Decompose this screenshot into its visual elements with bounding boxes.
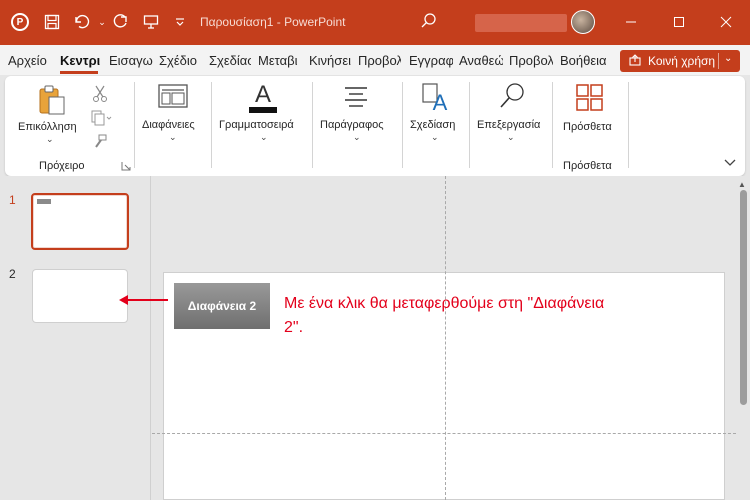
tab-transitions[interactable]: Μεταβι — [258, 53, 302, 68]
share-label: Κοινή χρήση — [648, 54, 716, 68]
drawing-chevron-icon[interactable]: ⌄ — [431, 132, 439, 143]
font-icon[interactable]: A — [247, 80, 279, 119]
present-icon[interactable] — [141, 12, 161, 32]
minimize-icon[interactable] — [619, 11, 643, 33]
collapse-ribbon-chevron-icon[interactable] — [724, 156, 736, 170]
tab-review[interactable]: Αναθεώ — [459, 53, 503, 68]
account-name[interactable] — [475, 14, 567, 32]
ribbon-separator — [402, 82, 403, 168]
maximize-icon[interactable] — [667, 11, 691, 33]
tab-insert[interactable]: Εισαγω — [109, 53, 153, 68]
clipboard-group-label: Πρόχειρο — [39, 160, 85, 172]
ribbon-separator — [134, 82, 135, 168]
ribbon: Επικόλληση ⌄ Πρόχειρο Διαφάνειες ⌄ A Γρα… — [5, 76, 745, 176]
slide-thumbnail-2[interactable] — [32, 269, 128, 323]
tab-home[interactable]: Κεντρι — [60, 53, 102, 68]
save-icon[interactable] — [42, 12, 62, 32]
svg-text:A: A — [255, 81, 271, 108]
undo-dropdown-chevron-icon[interactable]: ⌄ — [92, 12, 112, 32]
svg-text:A: A — [433, 90, 448, 114]
paste-chevron-icon[interactable]: ⌄ — [46, 134, 54, 145]
tab-file[interactable]: Αρχείο — [8, 53, 53, 68]
cut-icon[interactable] — [92, 84, 108, 105]
addins-group-label: Πρόσθετα — [563, 160, 612, 172]
tab-slideshow[interactable]: Προβολ — [358, 53, 401, 68]
paste-label[interactable]: Επικόλληση — [18, 121, 77, 133]
font-chevron-icon[interactable]: ⌄ — [260, 132, 268, 143]
ribbon-separator — [211, 82, 212, 168]
horizontal-guide — [152, 433, 736, 434]
chevron-down-icon[interactable]: ⌄ — [724, 53, 732, 64]
share-divider — [718, 53, 719, 69]
ribbon-separator — [469, 82, 470, 168]
tab-draw[interactable]: Σχέδιο — [159, 53, 204, 68]
drawing-label[interactable]: Σχεδίαση — [410, 119, 455, 131]
thumbnail-button-shape — [37, 199, 51, 204]
title-bar: P ⌄ Παρουσίαση1 - PowerPoint — [0, 0, 750, 45]
slide-2-link-button[interactable]: Διαφάνεια 2 — [174, 283, 270, 329]
window-title: Παρουσίαση1 - PowerPoint — [200, 15, 346, 29]
addins-label[interactable]: Πρόσθετα — [563, 121, 612, 133]
editing-chevron-icon[interactable]: ⌄ — [507, 132, 515, 143]
tab-animations[interactable]: Κινήσει — [309, 53, 353, 68]
annotation-arrow-icon — [119, 295, 168, 305]
copy-icon[interactable] — [91, 110, 113, 129]
paragraph-chevron-icon[interactable]: ⌄ — [353, 132, 361, 143]
ribbon-separator — [628, 82, 629, 168]
font-label[interactable]: Γραμματοσειρά — [219, 119, 294, 131]
slide-number: 1 — [9, 193, 16, 207]
addins-icon[interactable] — [576, 84, 604, 115]
customize-icon[interactable] — [170, 12, 190, 32]
paragraph-label[interactable]: Παράγραφος — [320, 119, 384, 131]
slides-label[interactable]: Διαφάνειες — [142, 119, 195, 131]
paste-icon[interactable] — [37, 84, 67, 119]
slides-chevron-icon[interactable]: ⌄ — [169, 132, 177, 143]
close-icon[interactable] — [714, 11, 738, 33]
tab-view[interactable]: Προβολ — [509, 53, 553, 68]
slide-number: 2 — [9, 267, 16, 281]
app-logo-letter: P — [11, 13, 29, 31]
ribbon-separator — [312, 82, 313, 168]
tab-record[interactable]: Εγγραφ — [409, 53, 453, 68]
redo-icon[interactable] — [110, 12, 130, 32]
tab-help[interactable]: Βοήθεια — [560, 53, 606, 68]
share-icon — [628, 53, 642, 69]
slide-thumbnail-1[interactable] — [31, 193, 129, 250]
active-tab-indicator — [60, 71, 98, 74]
undo-icon[interactable] — [72, 12, 92, 32]
dialog-launcher-icon[interactable] — [121, 160, 131, 174]
scroll-up-icon[interactable]: ▲ — [738, 180, 746, 189]
drawing-icon[interactable]: A — [421, 82, 451, 117]
paragraph-icon[interactable] — [341, 86, 371, 113]
format-painter-icon[interactable] — [92, 134, 108, 153]
scrollbar-thumb[interactable] — [740, 190, 747, 405]
annotation-text: Με ένα κλικ θα μεταφερθούμε στη "Διαφάνε… — [284, 295, 605, 336]
editing-search-icon[interactable] — [498, 82, 526, 113]
tab-design[interactable]: Σχεδίασ — [209, 53, 251, 68]
slides-icon[interactable] — [158, 84, 188, 113]
editing-label[interactable]: Επεξεργασία — [477, 119, 540, 131]
avatar[interactable] — [571, 10, 595, 34]
search-icon[interactable] — [420, 12, 440, 32]
share-button[interactable]: Κοινή χρήση ⌄ — [620, 50, 740, 72]
powerpoint-logo-icon: P — [10, 12, 30, 32]
ribbon-separator — [552, 82, 553, 168]
